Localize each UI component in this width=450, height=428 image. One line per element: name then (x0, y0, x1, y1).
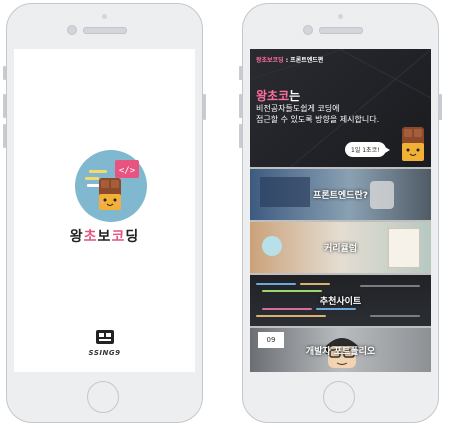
front-camera (67, 25, 77, 35)
mute-switch (3, 66, 6, 80)
volume-down-button (239, 124, 242, 148)
code-line (262, 290, 322, 292)
code-line (262, 308, 312, 310)
menu-item-frontend[interactable]: 프론트엔드란? (250, 169, 431, 220)
volume-down-button (3, 124, 6, 148)
code-tag-icon: </> (119, 166, 136, 176)
mute-switch (239, 66, 242, 80)
home-button[interactable] (87, 381, 119, 413)
chocolate-mascot-icon (402, 127, 424, 161)
code-line (256, 315, 326, 317)
code-line (316, 308, 356, 310)
app-title: 왕초보코딩 (69, 229, 140, 245)
power-button (203, 94, 206, 120)
hero-decoration-line (250, 49, 431, 80)
hero-text-line-2: 접근할 수 있도록 방향을 제시합니다. (256, 115, 380, 124)
home-button[interactable] (323, 381, 355, 413)
proximity-sensor (338, 14, 343, 19)
hero-heading: 왕초코는 (256, 89, 301, 103)
speech-bubble: 1일 1초코! (345, 142, 389, 157)
earpiece-speaker (83, 27, 127, 34)
code-line (256, 283, 296, 285)
volume-up-button (239, 94, 242, 118)
chocolate-mascot-icon: </> (85, 160, 139, 210)
power-button (439, 94, 442, 120)
menu-item-curriculum[interactable]: 커리큘럼 (250, 222, 431, 273)
phone-frame-right: 왕초보코딩 : 프론트엔드편 왕초코는 비전공자들도쉽게 코딩에 접근할 수 있… (239, 3, 442, 423)
hero-decoration-line (339, 49, 431, 107)
earpiece-speaker (319, 27, 363, 34)
hero-text-line-1: 비전공자들도쉽게 코딩에 (256, 104, 340, 113)
menu-item-label: 프론트엔드란? (313, 191, 368, 201)
splash-screen: </> 왕초보코딩 SSING9 (14, 49, 195, 372)
menu-item-developer-portfolio[interactable]: 09 개발자 포트폴리오 (250, 328, 431, 372)
brand-mark-icon (96, 330, 114, 344)
phone-frame-left: </> 왕초보코딩 SSING9 (3, 3, 206, 423)
proximity-sensor (102, 14, 107, 19)
hero-banner: 왕초보코딩 : 프론트엔드편 왕초코는 비전공자들도쉽게 코딩에 접근할 수 있… (250, 49, 431, 168)
header-title: 왕초보코딩 : 프론트엔드편 (256, 57, 324, 64)
menu-item-recommended-sites[interactable]: 추천사이트 (250, 275, 431, 326)
code-line (370, 315, 420, 317)
app-logo: </> (75, 150, 147, 222)
menu-item-label: 추천사이트 (319, 297, 362, 307)
volume-up-button (3, 94, 6, 118)
code-line (360, 285, 420, 287)
menu-item-label: 커리큘럼 (323, 244, 358, 254)
code-line (300, 283, 330, 285)
main-screen: 왕초보코딩 : 프론트엔드편 왕초코는 비전공자들도쉽게 코딩에 접근할 수 있… (250, 49, 431, 372)
front-camera (303, 25, 313, 35)
menu-item-label: 개발자 포트폴리오 (305, 347, 376, 357)
brand-name: SSING9 (88, 349, 121, 357)
